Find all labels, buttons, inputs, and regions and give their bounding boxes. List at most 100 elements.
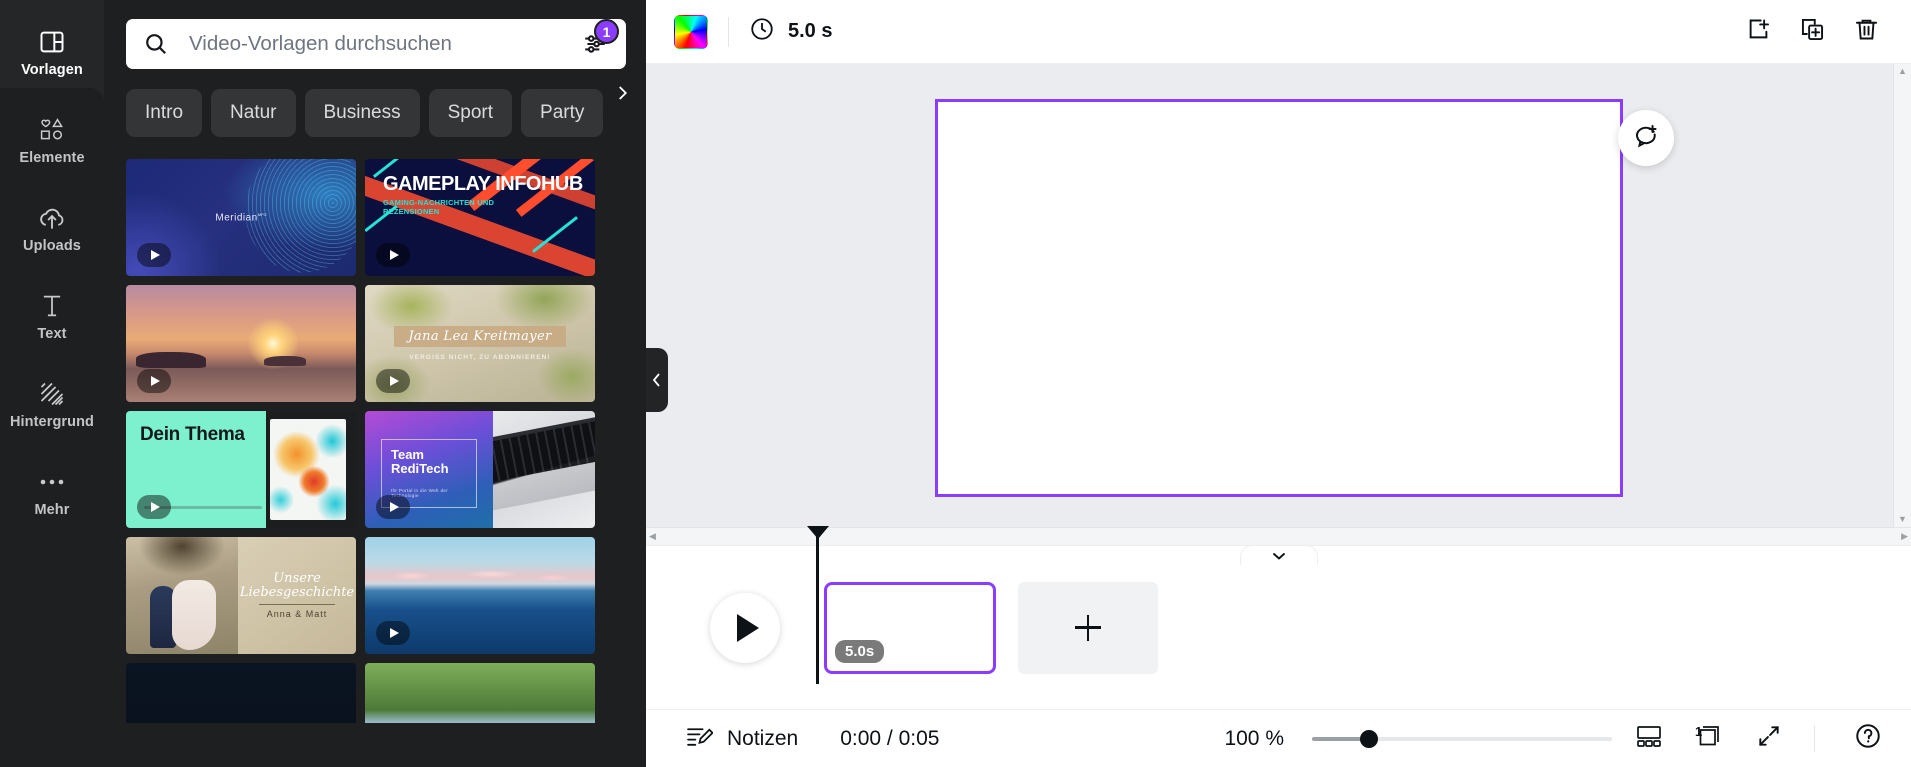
template-card[interactable] [126, 663, 356, 723]
template-card[interactable]: Unsere Liebesgeschichte Anna & Matt [126, 537, 356, 654]
canvas-horizontal-scrollbar[interactable]: ◀ ▶ [646, 527, 1911, 545]
page-count-button[interactable]: 1 [1686, 716, 1732, 762]
sidebar-item-text[interactable]: Text [0, 272, 104, 360]
page-count-value: 1 [1695, 723, 1703, 739]
zoom-slider-handle[interactable] [1360, 729, 1378, 748]
timeline: 5.0s [646, 525, 1911, 709]
scroll-up-arrow[interactable]: ▲ [1898, 67, 1907, 76]
keyboard-graphic [493, 420, 595, 483]
sidebar-item-label: Mehr [34, 501, 70, 518]
template-card[interactable]: Team RediTech Ihr Portal in die Welt der… [365, 411, 595, 528]
add-page-icon [1745, 16, 1772, 48]
play-icon[interactable] [137, 369, 171, 393]
timeline-clip[interactable]: 5.0s [824, 581, 996, 674]
play-icon[interactable] [137, 243, 171, 267]
sidebar-item-uploads[interactable]: Uploads [0, 184, 104, 272]
playhead[interactable] [807, 525, 829, 684]
status-divider [1814, 725, 1815, 752]
sidebar-item-hintergrund[interactable]: Hintergrund [0, 360, 104, 448]
template-card[interactable]: Dein Thema [126, 411, 356, 528]
add-page-button[interactable] [1735, 9, 1781, 55]
zoom-slider[interactable] [1312, 729, 1612, 748]
scroll-right-arrow[interactable]: ▶ [1901, 532, 1908, 541]
template-card[interactable]: Jana Lea Kreitmayer VERGISS NICHT, ZU AB… [365, 285, 595, 402]
app-root: Vorlagen Elemente Uploads Text Hintergru… [0, 0, 1911, 767]
editor-area: 5.0 s ▲ ▼ ◀ ▶ 5.0s Notizen 0:00 / 0:05 1… [646, 0, 1911, 767]
template-title: Dein Thema [140, 424, 245, 445]
sidebar-item-label: Elemente [19, 149, 85, 166]
template-subtitle: VERGISS NICHT, ZU ABONNIEREN! [409, 354, 551, 361]
categories-next-button[interactable] [602, 69, 642, 117]
duration-button[interactable]: 5.0 s [749, 16, 832, 47]
clip-duration-badge: 5.0s [835, 639, 885, 663]
toolbar-divider [728, 16, 729, 47]
duplicate-page-button[interactable] [1789, 9, 1835, 55]
canvas-area[interactable]: ▲ ▼ ◀ ▶ [646, 64, 1911, 545]
play-icon[interactable] [376, 495, 410, 519]
category-chip-natur[interactable]: Natur [211, 89, 296, 137]
sidebar-item-label: Vorlagen [21, 61, 83, 78]
filter-badge: 1 [594, 19, 619, 44]
search-box[interactable]: 1 [126, 19, 626, 69]
plus-icon [1086, 614, 1090, 641]
category-chip-business[interactable]: Business [304, 89, 420, 137]
timeline-clips: 5.0s [807, 525, 1158, 684]
divider [259, 604, 335, 606]
duration-value: 5.0 s [788, 20, 833, 42]
category-chip-row: Intro Natur Business Sport Party [104, 69, 646, 137]
timeline-view-button[interactable] [1626, 716, 1672, 762]
time-code: 0:00 / 0:05 [840, 726, 940, 750]
decorative-swirl [228, 159, 356, 276]
delete-page-button[interactable] [1843, 9, 1889, 55]
sidebar-item-mehr[interactable]: Mehr [0, 448, 104, 536]
template-title: GAMEPLAY INFOHUB [383, 173, 583, 195]
category-chip-sport[interactable]: Sport [428, 89, 513, 137]
play-icon[interactable] [137, 495, 171, 519]
category-chip-party[interactable]: Party [521, 89, 604, 137]
figure-graphic [172, 580, 216, 650]
sidebar-item-label: Text [37, 325, 67, 342]
template-photo [493, 411, 595, 528]
panel-collapse-button[interactable] [646, 348, 668, 412]
templates-icon [38, 27, 66, 57]
decorative-rock [264, 356, 306, 366]
canvas-page[interactable] [934, 99, 1623, 497]
template-card[interactable] [365, 663, 595, 723]
timeline-collapse-button[interactable] [1239, 545, 1318, 565]
help-circle-icon [1854, 722, 1882, 755]
search-input[interactable] [169, 32, 578, 56]
sidebar-item-elemente[interactable]: Elemente [0, 96, 104, 184]
play-button[interactable] [710, 592, 780, 663]
scroll-down-arrow[interactable]: ▼ [1898, 515, 1907, 524]
sidebar-item-label: Hintergrund [9, 413, 95, 430]
template-title: Unsere Liebesgeschichte [239, 570, 355, 600]
template-grid: MeridianMFG GAMEPLAY INFOHUB GAMING-NACH… [104, 137, 646, 723]
shapes-icon [37, 115, 67, 145]
template-card[interactable] [126, 285, 356, 402]
category-chip-intro[interactable]: Intro [126, 89, 203, 137]
play-icon[interactable] [376, 243, 410, 267]
hatch-pattern-icon [38, 379, 66, 409]
template-card[interactable] [365, 537, 595, 654]
trash-icon [1853, 16, 1880, 48]
template-card[interactable]: GAMEPLAY INFOHUB GAMING-NACHRICHTEN UND … [365, 159, 595, 276]
play-icon[interactable] [376, 621, 410, 645]
play-icon[interactable] [376, 369, 410, 393]
ellipsis-icon [38, 467, 66, 497]
help-button[interactable] [1845, 716, 1891, 762]
status-bar: Notizen 0:00 / 0:05 100 % 1 [646, 709, 1911, 767]
add-comment-button[interactable] [1618, 110, 1674, 166]
canvas-vertical-scrollbar[interactable]: ▲ ▼ [1893, 64, 1911, 527]
fullscreen-button[interactable] [1746, 716, 1792, 762]
template-photo [126, 537, 238, 654]
notes-button[interactable]: Notizen [686, 724, 798, 754]
filter-button[interactable]: 1 [578, 19, 619, 61]
scroll-left-arrow[interactable]: ◀ [649, 532, 656, 541]
template-card[interactable]: MeridianMFG [126, 159, 356, 276]
color-swatch-button[interactable] [674, 14, 708, 49]
sidebar-item-vorlagen[interactable]: Vorlagen [0, 8, 104, 96]
add-clip-button[interactable] [1018, 581, 1158, 674]
text-t-icon [39, 291, 65, 321]
decorative-rock [136, 352, 206, 368]
template-subtitle: Anna & Matt [266, 609, 328, 620]
